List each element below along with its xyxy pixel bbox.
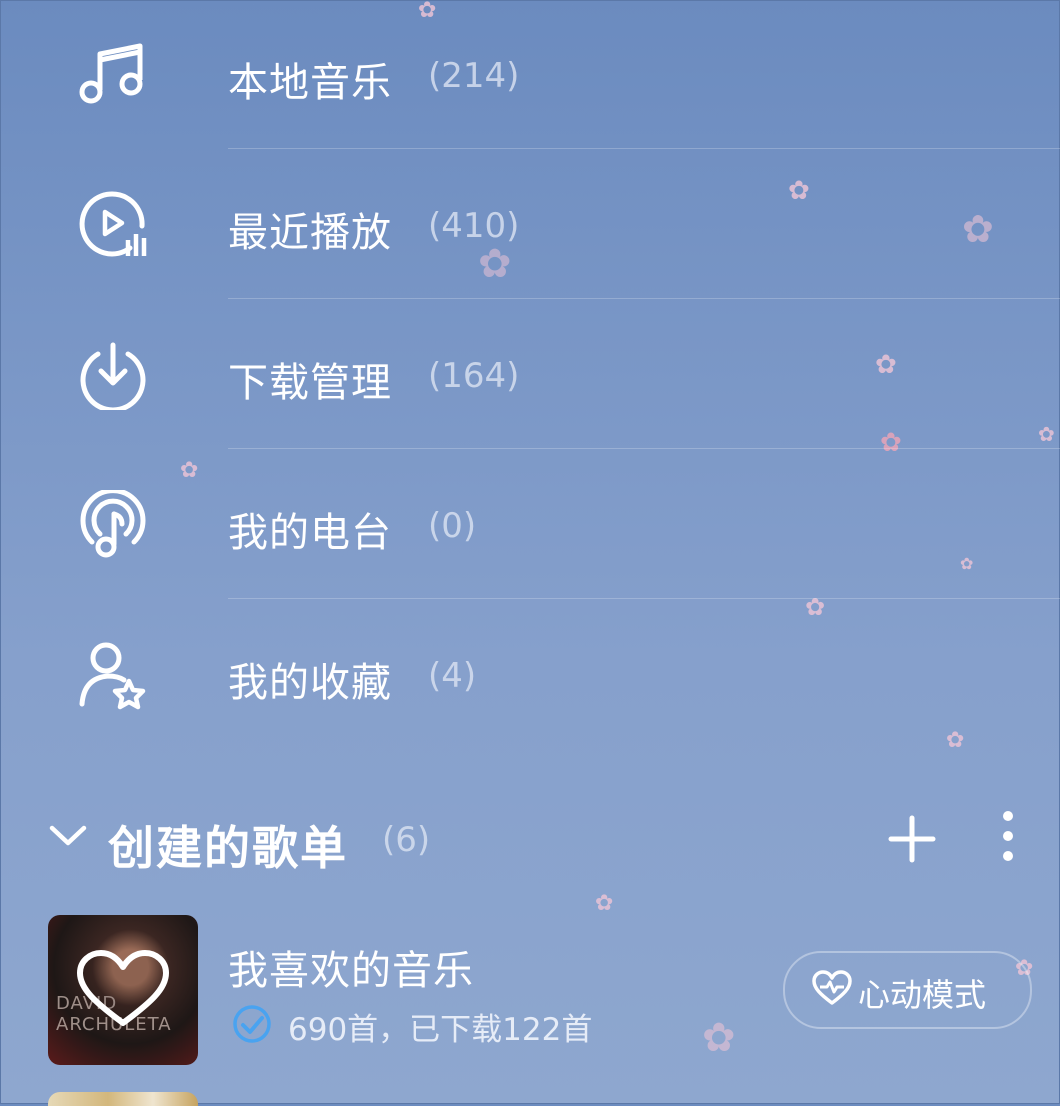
divider	[228, 148, 1060, 149]
menu-item-count: (4)	[428, 656, 477, 696]
more-vertical-icon[interactable]	[996, 810, 1020, 862]
download-icon	[80, 342, 146, 410]
divider	[228, 298, 1060, 299]
menu-item-recent-play[interactable]: 最近播放 (410)	[0, 150, 1060, 300]
playlist-cover[interactable]: DAVID ARCHULETA	[48, 915, 198, 1065]
music-note-icon	[79, 43, 143, 104]
menu-item-label: 下载管理	[228, 360, 392, 406]
menu-item-count: (164)	[428, 356, 520, 396]
recent-play-icon	[79, 191, 147, 257]
menu-item-label: 我的电台	[228, 510, 392, 556]
menu-item-count: (214)	[428, 56, 520, 96]
menu-item-label: 本地音乐	[228, 60, 392, 106]
playlist-title: 我喜欢的音乐	[228, 948, 474, 994]
divider	[228, 598, 1060, 599]
section-title: 创建的歌单	[108, 821, 348, 875]
playlist-subtitle: 690首，已下载122首	[288, 1012, 593, 1048]
radio-icon	[80, 490, 146, 558]
heart-mode-label: 心动模式	[858, 976, 987, 1014]
menu-item-count: (0)	[428, 506, 477, 546]
heart-icon	[77, 950, 169, 1026]
plus-icon[interactable]	[888, 815, 936, 863]
menu-item-radio[interactable]: 我的电台 (0)	[0, 450, 1060, 600]
menu-item-download[interactable]: 下载管理 (164)	[0, 300, 1060, 450]
menu-item-count: (410)	[428, 206, 520, 246]
chevron-down-icon[interactable]	[48, 824, 88, 848]
divider	[228, 448, 1060, 449]
menu-item-label: 我的收藏	[228, 660, 392, 706]
heart-pulse-icon	[812, 970, 852, 1005]
menu-item-favorites[interactable]: 我的收藏 (4)	[0, 600, 1060, 750]
favorite-user-icon	[79, 642, 146, 710]
menu-item-label: 最近播放	[228, 210, 392, 256]
section-count: (6)	[382, 820, 431, 860]
check-circle-icon	[233, 1005, 271, 1043]
menu-item-local-music[interactable]: 本地音乐 (214)	[0, 0, 1060, 150]
